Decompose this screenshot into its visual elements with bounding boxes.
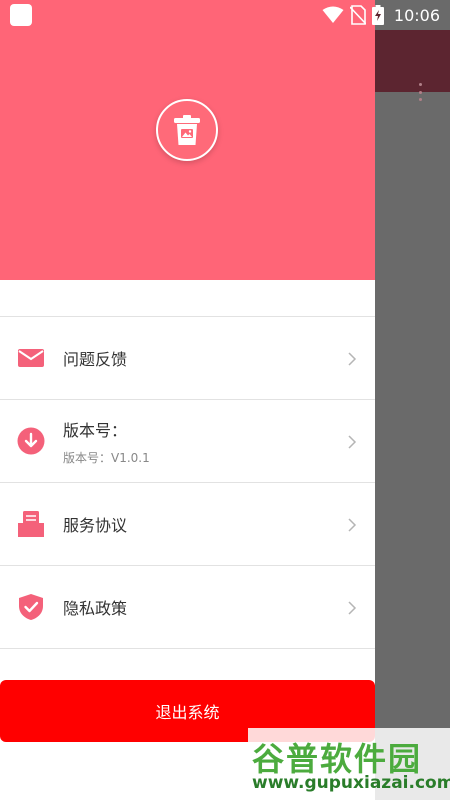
navigation-drawer: 问题反馈 版本号： 版本号：V1.0.1 服务协议 隐私政策 退出系统 bbox=[0, 0, 375, 800]
shield-check-icon bbox=[17, 593, 45, 621]
version-number: 版本号：V1.0.1 bbox=[63, 450, 150, 465]
menu-item-version[interactable]: 版本号： 版本号：V1.0.1 bbox=[0, 400, 375, 483]
chevron-right-icon bbox=[347, 434, 357, 449]
watermark-url: www.gupuxiazai.com bbox=[252, 773, 450, 793]
wifi-icon bbox=[322, 6, 344, 24]
document-icon bbox=[17, 510, 45, 538]
battery-charging-icon bbox=[371, 5, 384, 25]
download-icon bbox=[17, 427, 45, 455]
menu-label: 版本号： bbox=[63, 420, 128, 440]
menu-label: 问题反馈 bbox=[63, 350, 128, 369]
more-vert-icon[interactable] bbox=[412, 81, 428, 103]
status-bar: 10:06 bbox=[0, 0, 450, 30]
drawer-header bbox=[0, 0, 375, 280]
menu-item-privacy-policy[interactable]: 隐私政策 bbox=[0, 566, 375, 649]
status-time: 10:06 bbox=[393, 5, 440, 25]
menu-label: 服务协议 bbox=[63, 516, 128, 535]
watermark: 谷普软件园 www.gupuxiazai.com bbox=[248, 728, 450, 800]
menu-item-feedback[interactable]: 问题反馈 bbox=[0, 317, 375, 400]
app-notification-icon bbox=[10, 4, 32, 26]
no-sim-icon bbox=[349, 5, 366, 25]
menu-item-service-agreement[interactable]: 服务协议 bbox=[0, 483, 375, 566]
chevron-right-icon bbox=[347, 351, 357, 366]
chevron-right-icon bbox=[347, 600, 357, 615]
menu-label: 隐私政策 bbox=[63, 599, 128, 618]
mail-icon bbox=[17, 344, 45, 372]
drawer-menu: 问题反馈 版本号： 版本号：V1.0.1 服务协议 隐私政策 bbox=[0, 316, 375, 649]
chevron-right-icon bbox=[347, 517, 357, 532]
trash-can-icon bbox=[156, 99, 218, 161]
